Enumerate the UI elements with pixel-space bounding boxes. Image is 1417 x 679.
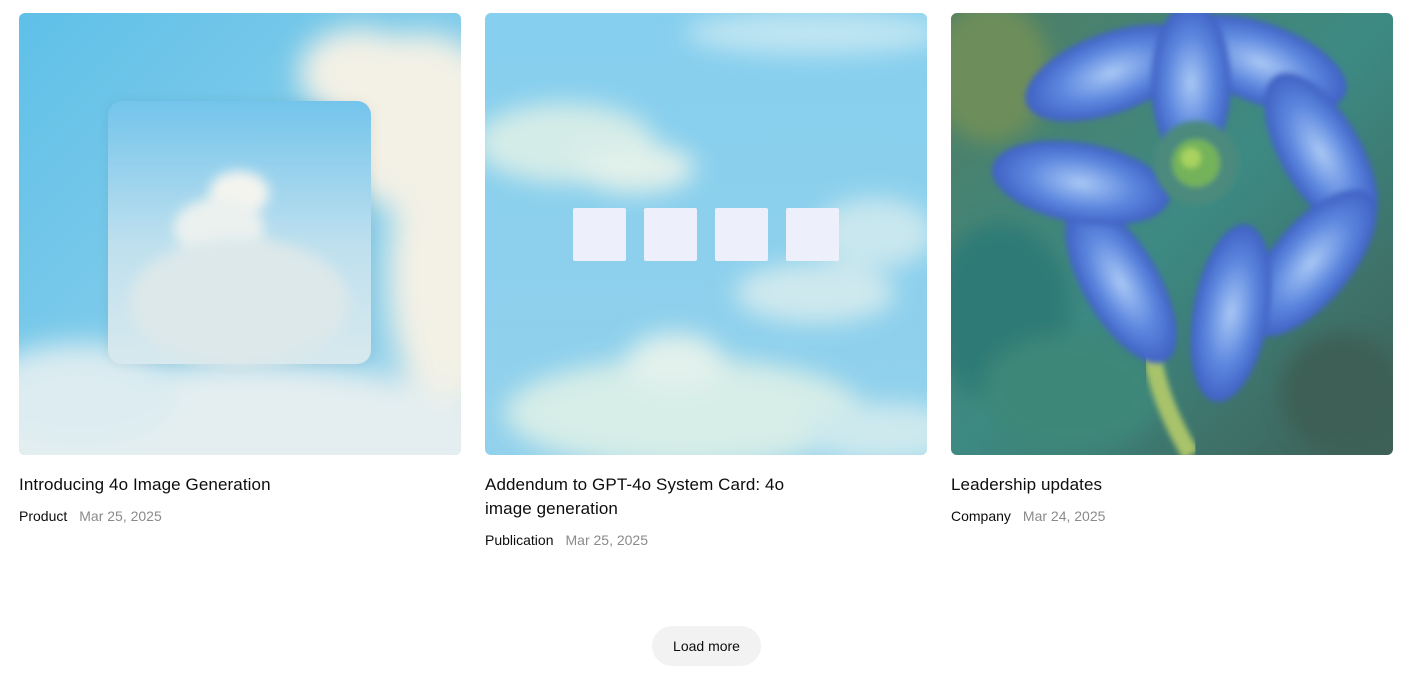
article-date: Mar 24, 2025 (1022, 508, 1106, 524)
blue-flower-image[interactable] (951, 13, 1393, 455)
article-title[interactable]: Leadership updates (951, 473, 1371, 497)
load-more-button[interactable]: Load more (652, 626, 761, 666)
sky-four-squares-artwork (485, 13, 927, 455)
article-title[interactable]: Addendum to GPT-4o System Card: 4o image… (485, 473, 815, 521)
article-grid: Introducing 4o Image Generation Product … (19, 13, 1394, 549)
article-meta: Company Mar 24, 2025 (951, 507, 1393, 525)
sky-four-squares-image[interactable] (485, 13, 927, 455)
blue-flower-artwork (951, 13, 1393, 455)
article-card-4o-image-generation[interactable]: Introducing 4o Image Generation Product … (19, 13, 461, 549)
sky-cloud-square-image[interactable] (19, 13, 461, 455)
article-date: Mar 25, 2025 (79, 508, 162, 524)
article-card-gpt4o-system-card-addendum[interactable]: Addendum to GPT-4o System Card: 4o image… (485, 13, 927, 549)
article-category[interactable]: Company (951, 507, 1011, 525)
article-category[interactable]: Publication (485, 531, 554, 549)
article-category[interactable]: Product (19, 507, 67, 525)
article-meta: Publication Mar 25, 2025 (485, 531, 927, 549)
article-title[interactable]: Introducing 4o Image Generation (19, 473, 439, 497)
article-date: Mar 25, 2025 (565, 532, 649, 548)
article-card-leadership-updates[interactable]: Leadership updates Company Mar 24, 2025 (951, 13, 1393, 549)
article-meta: Product Mar 25, 2025 (19, 507, 461, 525)
sky-cloud-square-artwork (19, 13, 461, 455)
flower-center (1154, 121, 1238, 205)
